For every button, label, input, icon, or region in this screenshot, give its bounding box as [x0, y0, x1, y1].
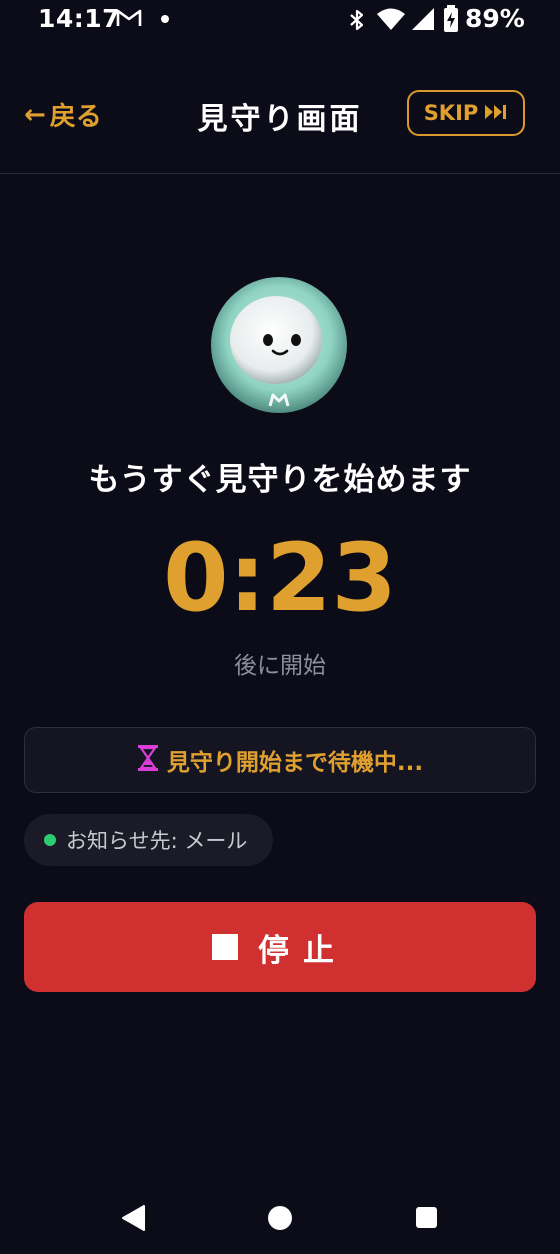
status-time: 14:17: [38, 4, 121, 33]
system-nav-bar: [0, 1180, 560, 1254]
nav-back-icon[interactable]: [120, 1204, 146, 1236]
stop-square-icon: [212, 934, 238, 960]
countdown-message: もうすぐ見守りを始めます: [88, 462, 472, 498]
header: ← 戻る 見守り画面 SKIP: [0, 80, 560, 150]
nav-recents-icon[interactable]: [416, 1207, 437, 1228]
stop-button[interactable]: 停止: [24, 902, 536, 992]
skip-button[interactable]: SKIP: [407, 90, 525, 136]
waiting-status-text: 見守り開始まで待機中...: [166, 750, 424, 776]
wifi-icon: [376, 7, 406, 35]
gmail-icon: [116, 8, 142, 32]
fast-forward-icon: [484, 101, 508, 125]
notify-destination-chip: お知らせ先: メール: [24, 814, 274, 866]
stop-label: 停止: [258, 932, 348, 969]
notification-dot-icon: [161, 15, 169, 23]
battery-percentage: 89%: [465, 4, 525, 33]
countdown-sub-label: 後に開始: [234, 653, 326, 679]
skip-label: SKIP: [423, 101, 479, 125]
nav-home-icon[interactable]: [268, 1206, 292, 1230]
waiting-status-card: 見守り開始まで待機中...: [24, 727, 536, 793]
hourglass-icon: [137, 744, 159, 776]
status-bar: 14:17 89%: [0, 0, 560, 40]
notify-destination-text: お知らせ先: メール: [66, 829, 248, 853]
battery-icon: [443, 5, 459, 37]
countdown-timer: 0:23: [163, 524, 397, 633]
bluetooth-icon: [347, 8, 367, 36]
watch-screen: 14:17 89% ← 戻る 見守り画面 SKIP もうすぐ見守りを始めます 0…: [0, 0, 560, 1254]
robot-mascot-avatar: [210, 276, 348, 414]
header-divider: [0, 173, 560, 174]
status-dot-icon: [44, 834, 56, 846]
signal-icon: [409, 7, 435, 35]
